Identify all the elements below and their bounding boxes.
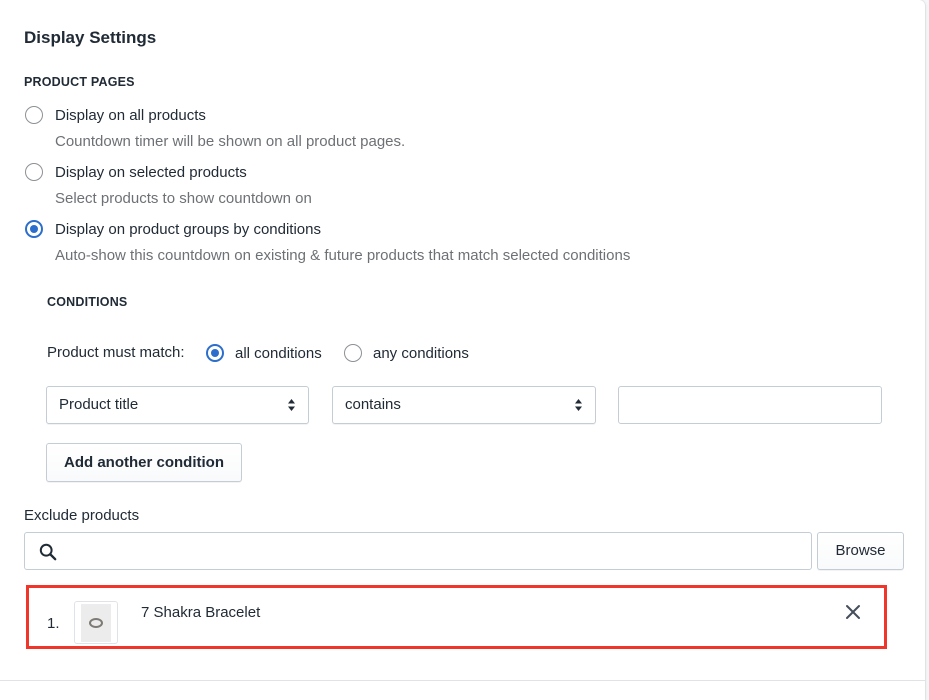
radio-all-conditions[interactable]: all conditions — [206, 344, 322, 362]
conditions-heading: CONDITIONS — [47, 295, 128, 309]
radio-label: Display on all products — [55, 106, 206, 124]
product-pages-heading: PRODUCT PAGES — [24, 75, 135, 89]
radio-button-checked[interactable] — [25, 220, 43, 238]
condition-field-select[interactable]: Product title — [46, 386, 309, 424]
product-thumbnail — [74, 601, 118, 644]
select-arrows-icon — [575, 399, 582, 411]
radio-label: Display on product groups by conditions — [55, 220, 321, 238]
bracelet-icon — [89, 618, 103, 628]
radio-display-by-conditions[interactable]: Display on product groups by conditions — [25, 220, 321, 238]
condition-operator-select[interactable]: contains — [332, 386, 596, 424]
card-title: Display Settings — [24, 28, 157, 47]
divider — [0, 680, 925, 681]
help-text: Select products to show countdown on — [55, 190, 312, 207]
condition-value-input[interactable] — [618, 386, 882, 424]
radio-button[interactable] — [344, 344, 362, 362]
help-text: Countdown timer will be shown on all pro… — [55, 133, 406, 150]
radio-button-checked[interactable] — [206, 344, 224, 362]
item-index: 1. — [47, 615, 60, 632]
match-label: Product must match: — [47, 344, 185, 361]
radio-display-selected-products[interactable]: Display on selected products — [25, 163, 247, 181]
select-value: contains — [345, 396, 401, 413]
exclude-products-label: Exclude products — [24, 507, 140, 524]
radio-label: any conditions — [373, 344, 469, 362]
close-icon[interactable] — [845, 604, 861, 620]
display-settings-card: Display Settings PRODUCT PAGES Display o… — [0, 0, 925, 700]
browse-button[interactable]: Browse — [817, 532, 904, 570]
radio-button[interactable] — [25, 106, 43, 124]
search-icon — [39, 543, 57, 561]
radio-display-all-products[interactable]: Display on all products — [25, 106, 206, 124]
exclude-search-input[interactable] — [24, 532, 812, 570]
excluded-product-name: 7 Shakra Bracelet — [141, 604, 261, 621]
select-arrows-icon — [288, 399, 295, 411]
help-text: Auto-show this countdown on existing & f… — [55, 247, 631, 264]
add-condition-button[interactable]: Add another condition — [46, 443, 242, 482]
bracelet-image — [81, 604, 111, 642]
radio-label: all conditions — [235, 344, 322, 362]
select-value: Product title — [59, 396, 139, 413]
radio-button[interactable] — [25, 163, 43, 181]
radio-any-conditions[interactable]: any conditions — [344, 344, 469, 362]
radio-label: Display on selected products — [55, 163, 247, 181]
